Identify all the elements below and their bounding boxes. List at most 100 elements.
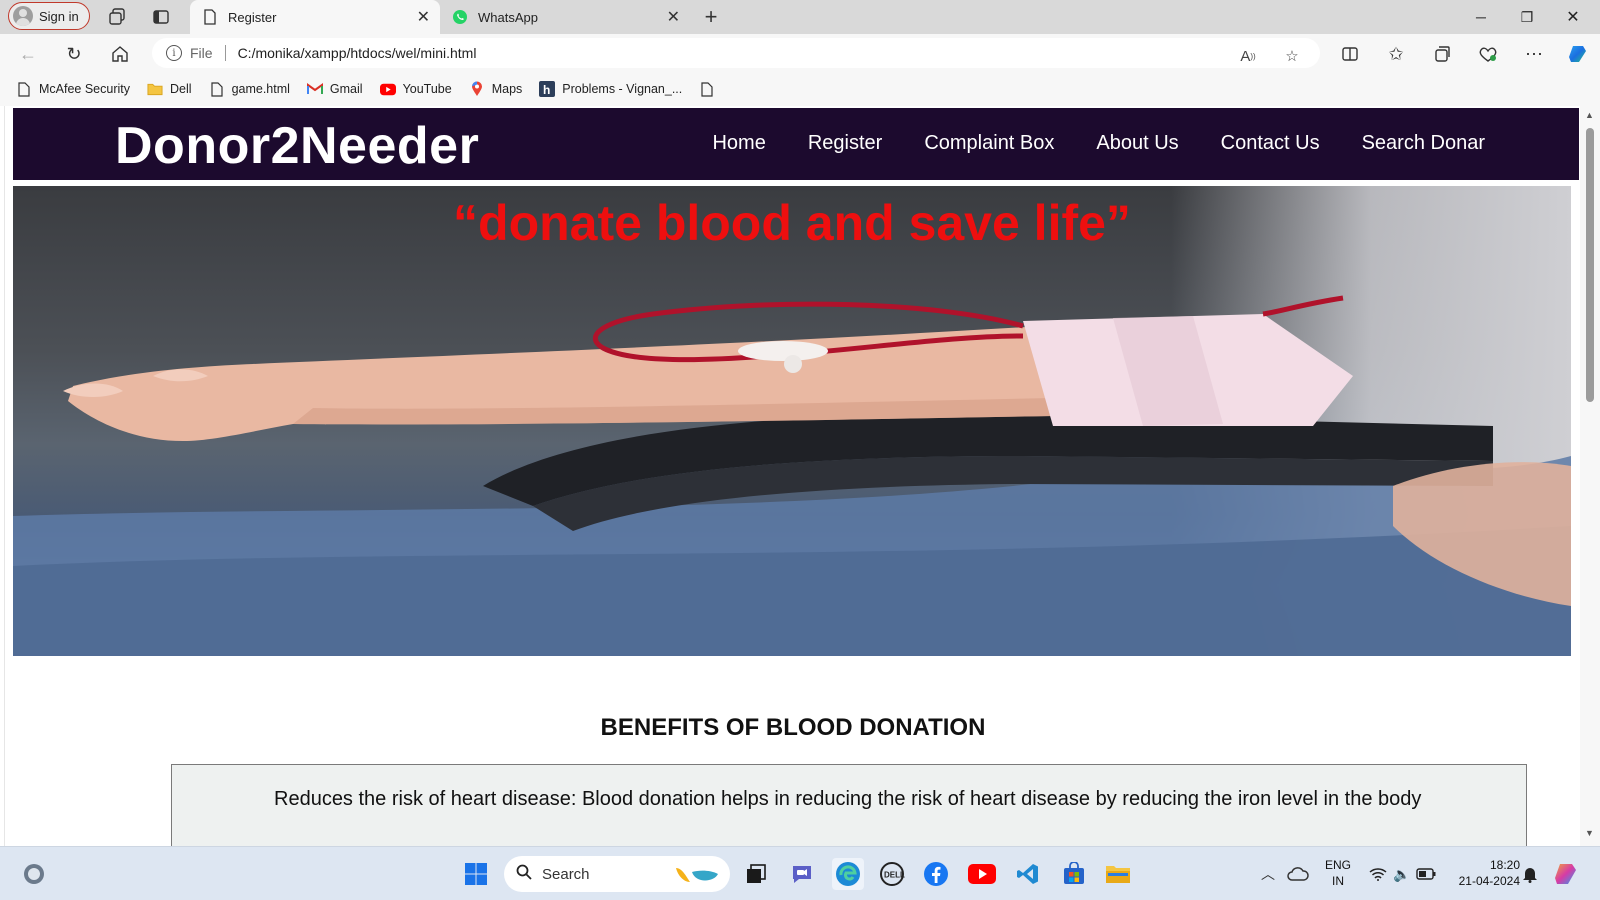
facebook-icon[interactable]	[920, 858, 952, 890]
whatsapp-icon	[452, 9, 468, 25]
site-brand[interactable]: Donor2Needer	[115, 116, 479, 176]
scroll-down-icon[interactable]: ▼	[1585, 828, 1594, 838]
nav-about-us[interactable]: About Us	[1096, 132, 1178, 155]
site-header: Donor2Needer Home Register Complaint Box…	[13, 108, 1579, 180]
folder-icon	[147, 81, 163, 97]
url-text[interactable]: C:/monika/xampp/htdocs/wel/mini.html	[238, 45, 477, 61]
tab-whatsapp[interactable]: WhatsApp ✕	[440, 0, 690, 34]
split-screen-icon[interactable]	[1338, 42, 1362, 66]
system-clock[interactable]: 18:20 21-04-2024	[1446, 857, 1520, 889]
bookmark-label: McAfee Security	[39, 82, 131, 96]
nav-complaint-box[interactable]: Complaint Box	[924, 132, 1054, 155]
language-line1: ENG	[1324, 858, 1351, 872]
sign-in-button[interactable]: Sign in	[8, 2, 90, 30]
search-icon	[516, 864, 532, 885]
home-icon[interactable]	[108, 42, 132, 66]
restore-icon[interactable]: ❐	[1504, 0, 1550, 34]
bookmark-game[interactable]: game.html	[209, 81, 290, 97]
weather-icon[interactable]	[18, 858, 50, 890]
task-view-icon[interactable]	[740, 858, 772, 890]
language-line2: IN	[1332, 874, 1344, 888]
page-icon	[209, 81, 225, 97]
show-hidden-icons[interactable]: ︿	[1252, 858, 1284, 890]
page-viewport: Donor2Needer Home Register Complaint Box…	[4, 106, 1580, 846]
search-highlight-icon	[674, 862, 720, 890]
more-menu-icon[interactable]: ⋯	[1522, 42, 1546, 66]
start-icon[interactable]	[460, 858, 492, 890]
bookmark-label: game.html	[231, 82, 290, 96]
youtube-app-icon[interactable]	[966, 858, 998, 890]
workspaces-icon[interactable]	[106, 6, 128, 28]
tab-title: Register	[228, 9, 277, 25]
favorites-icon[interactable]: ✩	[1384, 42, 1408, 66]
new-tab-button[interactable]: +	[700, 4, 722, 29]
bookmark-label: Problems - Vignan_...	[562, 82, 683, 96]
refresh-icon[interactable]: ↻	[62, 42, 86, 66]
nav-search-donar[interactable]: Search Donar	[1362, 132, 1485, 155]
info-icon[interactable]: i	[166, 45, 182, 61]
clock-time: 18:20	[1489, 858, 1520, 872]
divider	[224, 45, 226, 61]
benefits-heading: BENEFITS OF BLOOD DONATION	[600, 714, 986, 741]
hero-image: “donate blood and save life”	[13, 186, 1571, 656]
search-placeholder: Search	[542, 865, 590, 883]
bookmark-problems[interactable]: h Problems - Vignan_...	[539, 81, 682, 97]
bookmark-dell[interactable]: Dell	[147, 81, 192, 97]
page-scrollbar[interactable]: ▲ ▼	[1580, 106, 1600, 846]
bookmark-mcafee[interactable]: McAfee Security	[16, 81, 130, 97]
profile-icon	[13, 6, 33, 26]
sign-in-label: Sign in	[39, 8, 79, 24]
dell-icon[interactable]: DELL	[876, 858, 908, 890]
collections-icon[interactable]	[1430, 42, 1454, 66]
tab-actions-icon[interactable]	[150, 6, 172, 28]
minimize-icon[interactable]: ─	[1458, 0, 1504, 34]
svg-text:h: h	[543, 83, 550, 97]
notification-bell-icon[interactable]	[1514, 858, 1546, 890]
svg-text:DELL: DELL	[884, 871, 905, 880]
bookmark-gmail[interactable]: Gmail	[306, 81, 363, 97]
benefit-text: Reduces the risk of heart disease: Blood…	[274, 788, 1422, 810]
close-tab-icon[interactable]: ✕	[417, 7, 430, 27]
copilot-taskbar-icon[interactable]	[1550, 858, 1582, 890]
bookmark-label: Gmail	[329, 82, 363, 96]
battery-icon[interactable]	[1410, 858, 1442, 890]
benefit-card: Reduces the risk of heart disease: Blood…	[171, 764, 1527, 846]
address-toolbar: ← ↻ i File C:/monika/xampp/htdocs/wel/mi…	[0, 34, 1600, 72]
close-tab-icon[interactable]: ✕	[667, 7, 680, 27]
tab-strip: Sign in Register ✕ WhatsApp ✕ + ─ ❐ ✕	[0, 0, 1600, 34]
close-window-icon[interactable]: ✕	[1550, 0, 1596, 34]
scroll-thumb[interactable]	[1586, 128, 1594, 402]
taskbar-search[interactable]: Search	[504, 856, 730, 892]
address-bar[interactable]: i File C:/monika/xampp/htdocs/wel/mini.h…	[152, 38, 1320, 68]
browser-essentials-icon[interactable]	[1476, 42, 1500, 66]
bookmark-label: Maps	[491, 82, 523, 96]
gmail-icon	[306, 81, 323, 97]
read-aloud-icon[interactable]: A))	[1236, 44, 1260, 68]
favorite-star-icon[interactable]: ☆	[1280, 44, 1304, 68]
page-icon	[202, 9, 218, 25]
tab-register[interactable]: Register ✕	[190, 0, 440, 34]
blood-donation-illustration	[13, 295, 1571, 656]
nav-register[interactable]: Register	[808, 132, 882, 155]
nav-home[interactable]: Home	[712, 132, 765, 155]
onedrive-icon[interactable]	[1282, 858, 1314, 890]
bookmark-untitled[interactable]	[699, 81, 722, 97]
edge-icon[interactable]	[832, 858, 864, 890]
language-indicator[interactable]: ENG IN	[1320, 857, 1356, 889]
copilot-icon[interactable]	[1566, 42, 1590, 66]
file-explorer-icon[interactable]	[1102, 858, 1134, 890]
hero-slogan: “donate blood and save life”	[453, 195, 1131, 251]
page-icon	[699, 81, 715, 97]
back-icon[interactable]: ←	[16, 42, 40, 66]
bookmark-youtube[interactable]: YouTube	[379, 81, 452, 97]
scroll-up-icon[interactable]: ▲	[1585, 110, 1594, 120]
bookmark-maps[interactable]: Maps	[469, 81, 523, 97]
site-nav: Home Register Complaint Box About Us Con…	[712, 132, 1485, 155]
youtube-icon	[379, 81, 396, 97]
h-icon: h	[539, 81, 556, 97]
teams-chat-icon[interactable]	[786, 858, 818, 890]
microsoft-store-icon[interactable]	[1058, 858, 1090, 890]
bookmark-label: Dell	[170, 82, 192, 96]
vscode-icon[interactable]	[1012, 858, 1044, 890]
nav-contact-us[interactable]: Contact Us	[1221, 132, 1320, 155]
